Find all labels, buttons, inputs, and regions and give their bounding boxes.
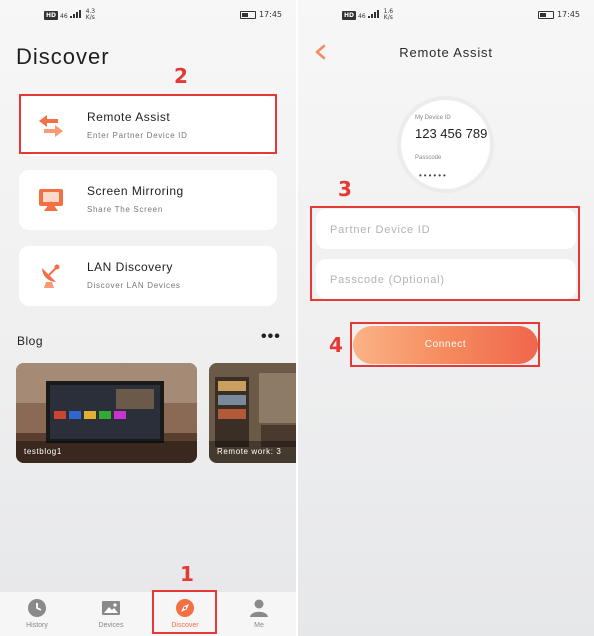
card-title: LAN Discovery — [87, 260, 173, 274]
network-speed: 1.6 K/s — [383, 8, 394, 21]
hd-badge: HD — [342, 10, 357, 20]
tab-discover[interactable]: Discover — [148, 592, 222, 636]
step-number-1: 1 — [180, 562, 194, 586]
tab-me[interactable]: Me — [222, 592, 296, 636]
signal-icon: 46 — [60, 10, 84, 20]
bottom-tab-bar: History Devices Discover Me — [0, 592, 296, 636]
tab-label: History — [26, 622, 48, 629]
passcode-input[interactable]: Passcode (Optional) — [316, 259, 576, 299]
page-title: Discover — [16, 44, 110, 69]
connect-button[interactable]: Connect — [353, 326, 538, 364]
step-number-4: 4 — [329, 333, 343, 357]
card-subtitle: Share The Screen — [87, 205, 163, 214]
status-bar: HD 46 1.6 K/s 17:45 — [298, 0, 594, 34]
tab-label: Devices — [98, 622, 124, 629]
remote-assist-card[interactable]: Remote Assist Enter Partner Device ID — [19, 96, 277, 156]
passcode-mask: •••••• — [419, 171, 448, 180]
signal-icon: 46 — [358, 10, 382, 20]
more-options-icon[interactable]: ••• — [261, 328, 281, 346]
tab-label: Discover — [171, 622, 199, 629]
tab-history[interactable]: History — [0, 592, 74, 636]
status-bar: HD 46 4.3 K/s 17:45 — [0, 0, 296, 34]
blog-caption: Remote work: 3 — [209, 441, 296, 463]
remote-assist-screen: HD 46 1.6 K/s 17:45 Remote Assist My Devi… — [298, 0, 594, 636]
blog-post-card[interactable]: Remote work: 3 — [209, 363, 296, 463]
blog-post-card[interactable]: testblog1 — [16, 363, 197, 463]
hd-badge: HD — [44, 10, 59, 20]
step-number-2: 2 — [174, 64, 188, 88]
passcode-label: Passcode — [415, 155, 442, 161]
step-number-3: 3 — [338, 177, 352, 201]
lan-discovery-card[interactable]: LAN Discovery Discover LAN Devices — [19, 246, 277, 306]
tab-devices[interactable]: Devices — [74, 592, 148, 636]
screen-cast-icon — [39, 189, 63, 211]
page-title: Remote Assist — [399, 45, 493, 60]
clock-icon — [28, 599, 46, 617]
network-speed: 4.3 K/s — [85, 8, 96, 21]
discover-screen: HD 46 4.3 K/s 17:45 Discover Remote Assis… — [0, 0, 296, 636]
card-title: Screen Mirroring — [87, 184, 184, 198]
blog-caption: testblog1 — [16, 441, 197, 463]
swap-arrows-icon — [39, 115, 63, 137]
screen-mirroring-card[interactable]: Screen Mirroring Share The Screen — [19, 170, 277, 230]
tab-label: Me — [254, 622, 264, 629]
blog-heading: Blog — [17, 334, 44, 348]
clock-time: 17:45 — [258, 10, 282, 19]
device-id-value: 123 456 789 — [415, 126, 488, 141]
person-icon — [250, 599, 268, 617]
partner-device-id-input[interactable]: Partner Device ID — [316, 209, 576, 249]
image-icon — [102, 601, 120, 615]
compass-icon — [176, 599, 194, 617]
card-subtitle: Discover LAN Devices — [87, 281, 181, 290]
clock-time: 17:45 — [556, 10, 580, 19]
card-title: Remote Assist — [87, 110, 171, 124]
card-subtitle: Enter Partner Device ID — [87, 131, 188, 140]
device-id-label: My Device ID — [415, 115, 451, 121]
satellite-dish-icon — [42, 264, 60, 288]
device-id-circle: My Device ID 123 456 789 Passcode •••••• — [397, 96, 494, 193]
battery-icon — [537, 10, 554, 19]
battery-icon — [239, 10, 256, 19]
